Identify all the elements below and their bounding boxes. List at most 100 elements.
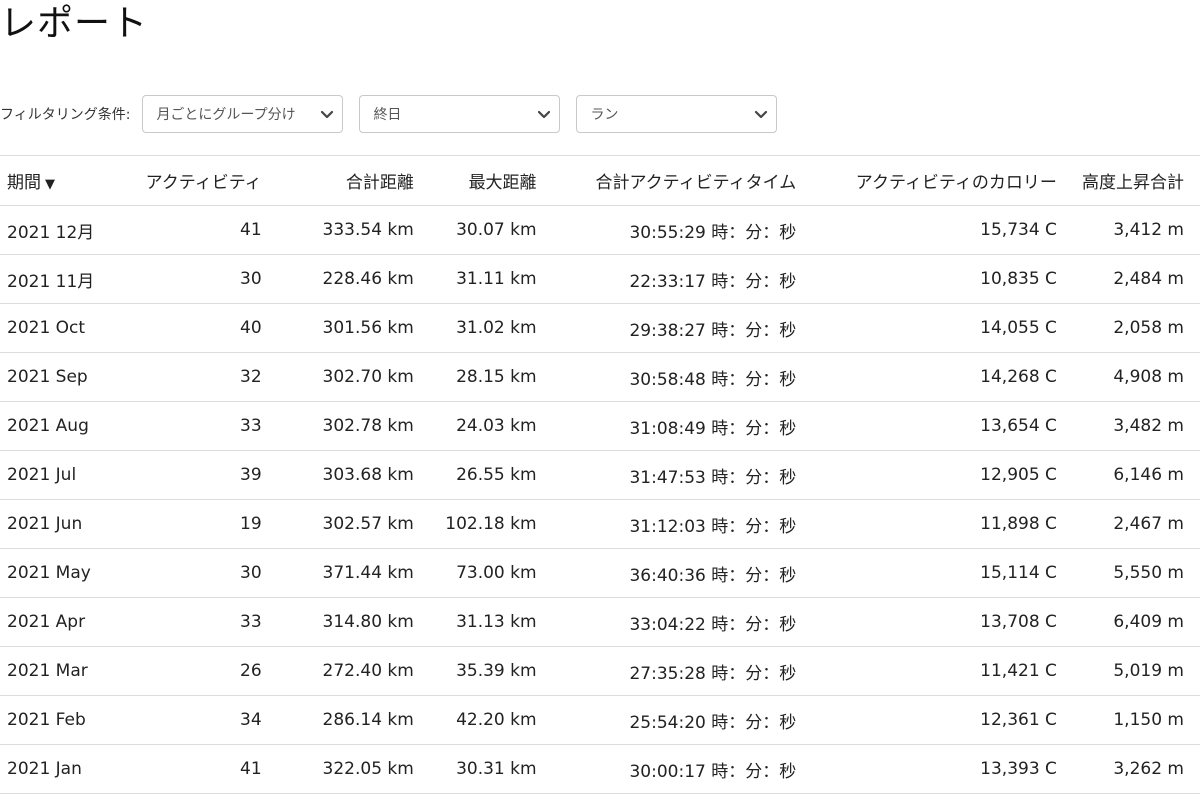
cell-total-distance: 228.46 km xyxy=(261,254,414,304)
column-header-elevation[interactable]: 高度上昇合計 xyxy=(1056,155,1200,206)
cell-elevation: 3,412 m xyxy=(1056,205,1200,255)
cell-calories: 15,734 C xyxy=(796,205,1057,255)
table-row[interactable]: 2021 12月 41 333.54 km 30.07 km 30:55:29 … xyxy=(0,205,1200,255)
table-row[interactable]: 2021 Feb 34 286.14 km 42.20 km 25:54:20 … xyxy=(0,695,1200,745)
cell-max-distance: 31.02 km xyxy=(413,303,537,353)
cell-activities: 26 xyxy=(121,646,262,696)
activity-type-select[interactable]: ラン xyxy=(576,95,778,133)
column-header-period-label: 期間 xyxy=(7,173,41,193)
group-by-value: 月ごとにグループ分け xyxy=(156,107,296,123)
column-header-calories[interactable]: アクティビティのカロリー xyxy=(796,155,1057,206)
cell-elevation: 5,019 m xyxy=(1056,646,1200,696)
cell-activities: 30 xyxy=(121,548,262,598)
cell-total-time: 27:35:28 時：分：秒 xyxy=(536,646,797,696)
cell-max-distance: 42.20 km xyxy=(413,695,537,745)
cell-elevation: 2,484 m xyxy=(1056,254,1200,304)
column-header-period[interactable]: 期間 ▼ xyxy=(0,155,122,206)
cell-calories: 10,835 C xyxy=(796,254,1057,304)
cell-period: 2021 Sep xyxy=(0,352,122,402)
cell-total-distance: 302.57 km xyxy=(261,499,414,549)
date-range-value: 終日 xyxy=(373,107,402,123)
activity-type-value: ラン xyxy=(590,107,619,123)
cell-max-distance: 102.18 km xyxy=(413,499,537,549)
filter-label: フィルタリング条件: xyxy=(0,107,131,123)
cell-max-distance: 35.39 km xyxy=(413,646,537,696)
table-row[interactable]: 2021 Mar 26 272.40 km 35.39 km 27:35:28 … xyxy=(0,646,1200,696)
cell-activities: 34 xyxy=(121,695,262,745)
cell-period: 2021 Apr xyxy=(0,597,122,647)
table-row[interactable]: 2021 Aug 33 302.78 km 24.03 km 31:08:49 … xyxy=(0,401,1200,451)
cell-activities: 19 xyxy=(121,499,262,549)
cell-elevation: 3,482 m xyxy=(1056,401,1200,451)
cell-elevation: 2,058 m xyxy=(1056,303,1200,353)
cell-max-distance: 31.13 km xyxy=(413,597,537,647)
cell-total-time: 30:58:48 時：分：秒 xyxy=(536,352,797,402)
cell-activities: 33 xyxy=(121,401,262,451)
cell-elevation: 6,409 m xyxy=(1056,597,1200,647)
cell-elevation: 5,550 m xyxy=(1056,548,1200,598)
cell-total-distance: 322.05 km xyxy=(261,744,414,794)
cell-total-time: 25:54:20 時：分：秒 xyxy=(536,695,797,745)
cell-calories: 12,905 C xyxy=(796,450,1057,500)
cell-calories: 14,268 C xyxy=(796,352,1057,402)
cell-activities: 41 xyxy=(121,205,262,255)
cell-period: 2021 11月 xyxy=(0,254,122,304)
cell-total-distance: 333.54 km xyxy=(261,205,414,255)
cell-elevation: 2,467 m xyxy=(1056,499,1200,549)
cell-total-time: 30:00:17 時：分：秒 xyxy=(536,744,797,794)
cell-total-time: 36:40:36 時：分：秒 xyxy=(536,548,797,598)
cell-total-distance: 302.78 km xyxy=(261,401,414,451)
cell-total-time: 31:12:03 時：分：秒 xyxy=(536,499,797,549)
column-header-max-distance[interactable]: 最大距離 xyxy=(413,155,537,206)
cell-calories: 11,421 C xyxy=(796,646,1057,696)
cell-total-time: 22:33:17 時：分：秒 xyxy=(536,254,797,304)
cell-period: 2021 May xyxy=(0,548,122,598)
chevron-down-icon xyxy=(321,110,334,119)
report-table: 期間 ▼ アクティビティ 合計距離 最大距離 合計アクティビティタイム アクティビ… xyxy=(0,155,1200,794)
sort-desc-icon: ▼ xyxy=(45,177,55,192)
cell-elevation: 6,146 m xyxy=(1056,450,1200,500)
cell-activities: 40 xyxy=(121,303,262,353)
cell-total-distance: 303.68 km xyxy=(261,450,414,500)
cell-total-time: 33:04:22 時：分：秒 xyxy=(536,597,797,647)
cell-elevation: 1,150 m xyxy=(1056,695,1200,745)
table-row[interactable]: 2021 11月 30 228.46 km 31.11 km 22:33:17 … xyxy=(0,254,1200,304)
column-header-activities[interactable]: アクティビティ xyxy=(121,155,262,206)
cell-max-distance: 26.55 km xyxy=(413,450,537,500)
cell-period: 2021 Jan xyxy=(0,744,122,794)
cell-activities: 41 xyxy=(121,744,262,794)
table-row[interactable]: 2021 Sep 32 302.70 km 28.15 km 30:58:48 … xyxy=(0,352,1200,402)
column-header-total-time[interactable]: 合計アクティビティタイム xyxy=(536,155,797,206)
column-header-total-distance[interactable]: 合計距離 xyxy=(261,155,414,206)
cell-total-time: 31:47:53 時：分：秒 xyxy=(536,450,797,500)
table-row[interactable]: 2021 Apr 33 314.80 km 31.13 km 33:04:22 … xyxy=(0,597,1200,647)
table-row[interactable]: 2021 Jan 41 322.05 km 30.31 km 30:00:17 … xyxy=(0,744,1200,794)
cell-max-distance: 28.15 km xyxy=(413,352,537,402)
cell-elevation: 4,908 m xyxy=(1056,352,1200,402)
page-title: レポート xyxy=(0,3,149,44)
cell-period: 2021 Mar xyxy=(0,646,122,696)
table-header-row: 期間 ▼ アクティビティ 合計距離 最大距離 合計アクティビティタイム アクティビ… xyxy=(0,155,1200,206)
cell-total-distance: 301.56 km xyxy=(261,303,414,353)
group-by-select[interactable]: 月ごとにグループ分け xyxy=(142,95,344,133)
cell-total-distance: 272.40 km xyxy=(261,646,414,696)
table-row[interactable]: 2021 Jul 39 303.68 km 26.55 km 31:47:53 … xyxy=(0,450,1200,500)
cell-total-distance: 302.70 km xyxy=(261,352,414,402)
table-row[interactable]: 2021 May 30 371.44 km 73.00 km 36:40:36 … xyxy=(0,548,1200,598)
cell-activities: 39 xyxy=(121,450,262,500)
cell-total-distance: 371.44 km xyxy=(261,548,414,598)
cell-total-time: 29:38:27 時：分：秒 xyxy=(536,303,797,353)
cell-max-distance: 30.07 km xyxy=(413,205,537,255)
filter-bar: フィルタリング条件: 月ごとにグループ分け 終日 ラン xyxy=(0,94,793,134)
cell-total-distance: 314.80 km xyxy=(261,597,414,647)
table-row[interactable]: 2021 Jun 19 302.57 km 102.18 km 31:12:03… xyxy=(0,499,1200,549)
cell-total-time: 30:55:29 時：分：秒 xyxy=(536,205,797,255)
cell-calories: 12,361 C xyxy=(796,695,1057,745)
cell-calories: 15,114 C xyxy=(796,548,1057,598)
cell-max-distance: 73.00 km xyxy=(413,548,537,598)
chevron-down-icon xyxy=(755,110,768,119)
date-range-select[interactable]: 終日 xyxy=(359,95,561,133)
table-row[interactable]: 2021 Oct 40 301.56 km 31.02 km 29:38:27 … xyxy=(0,303,1200,353)
cell-elevation: 3,262 m xyxy=(1056,744,1200,794)
cell-period: 2021 Jul xyxy=(0,450,122,500)
